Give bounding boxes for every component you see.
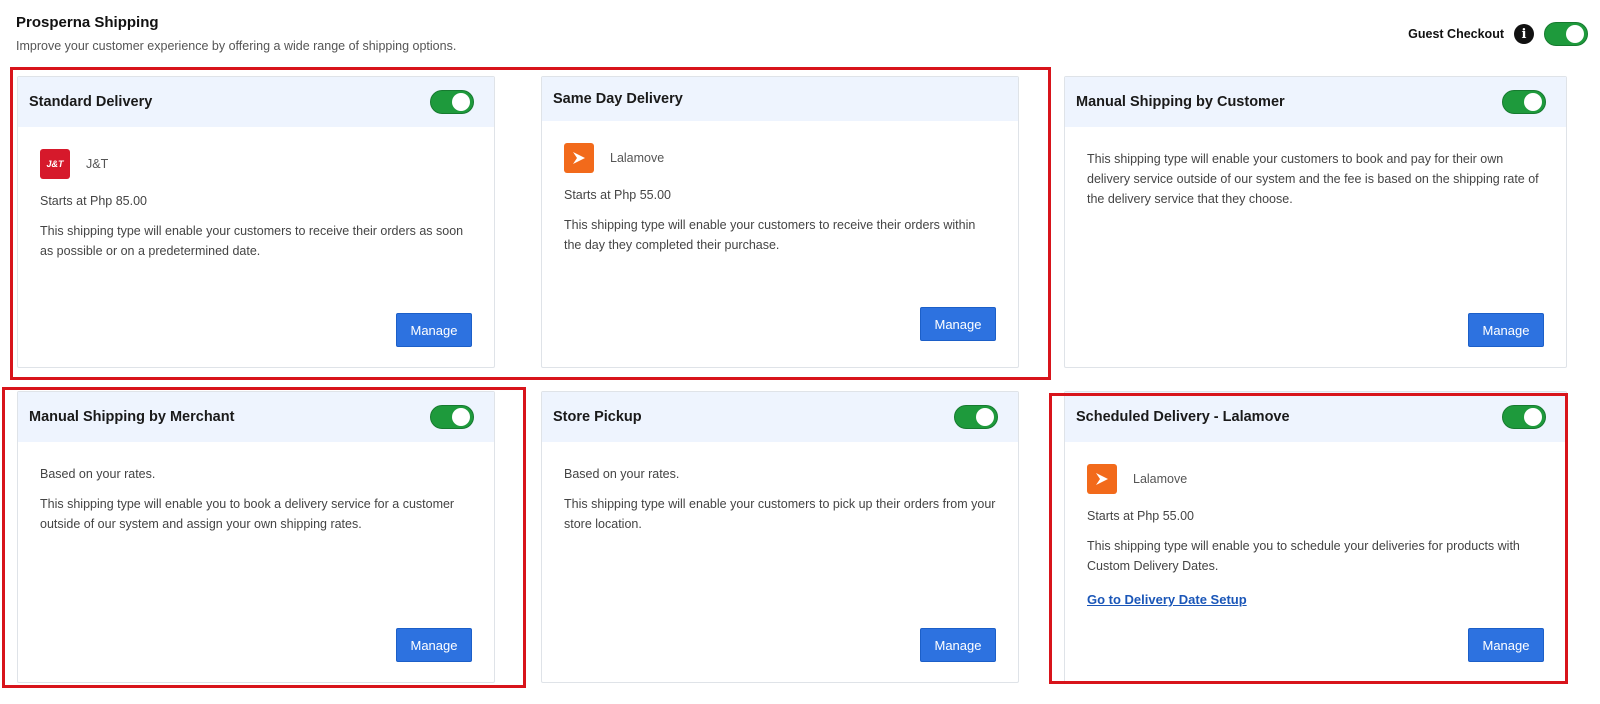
courier-row: Lalamove [564,143,996,173]
rates-text: Based on your rates. [40,467,156,481]
manage-button[interactable]: Manage [1468,628,1544,662]
card-header: Scheduled Delivery - Lalamove [1065,392,1566,442]
card-body: This shipping type will enable your cust… [1065,127,1566,209]
manage-button[interactable]: Manage [396,313,472,347]
page-header: Prosperna Shipping Improve your customer… [16,14,456,53]
standard-delivery-toggle[interactable] [430,90,474,114]
lalamove-logo-icon [564,143,594,173]
standard-delivery-card: Standard Delivery J&T J&T Starts at Php … [17,76,495,368]
guest-checkout-label: Guest Checkout [1408,27,1504,41]
description-text: This shipping type will enable your cust… [1087,152,1539,206]
same-day-delivery-card: Same Day Delivery Lalamove Starts at Php… [541,76,1019,368]
manage-button[interactable]: Manage [1468,313,1544,347]
card-title: Scheduled Delivery - Lalamove [1076,409,1290,425]
courier-row: Lalamove [1087,464,1544,494]
courier-name: J&T [86,157,109,171]
jt-logo-icon: J&T [40,149,70,179]
scheduled-delivery-card: Scheduled Delivery - Lalamove Lalamove S… [1064,391,1567,683]
manage-button[interactable]: Manage [920,628,996,662]
card-header: Manual Shipping by Customer [1065,77,1566,127]
description-text: This shipping type will enable your cust… [40,224,464,258]
store-pickup-card: Store Pickup Based on your rates. This s… [541,391,1019,683]
page-subtitle: Improve your customer experience by offe… [16,39,457,53]
manage-button[interactable]: Manage [396,628,472,662]
card-title: Store Pickup [553,409,642,425]
card-body: Lalamove Starts at Php 55.00 This shippi… [1065,442,1566,610]
price-text: Starts at Php 55.00 [564,188,672,202]
delivery-date-setup-link[interactable]: Go to Delivery Date Setup [1087,590,1247,610]
description-text: This shipping type will enable you to sc… [1087,539,1520,573]
guest-checkout: Guest Checkout i [1408,22,1588,46]
card-header: Store Pickup [542,392,1018,442]
courier-name: Lalamove [1133,472,1188,486]
store-pickup-toggle[interactable] [954,405,998,429]
description-text: This shipping type will enable your cust… [564,497,996,531]
courier-name: Lalamove [610,151,665,165]
manage-button[interactable]: Manage [920,307,996,341]
manual-shipping-customer-card: Manual Shipping by Customer This shippin… [1064,76,1567,368]
manual-shipping-merchant-card: Manual Shipping by Merchant Based on you… [17,391,495,683]
scheduled-delivery-toggle[interactable] [1502,405,1546,429]
card-header: Same Day Delivery [542,77,1018,121]
price-text: Starts at Php 55.00 [1087,509,1195,523]
page-title: Prosperna Shipping [16,14,159,31]
card-title: Standard Delivery [29,94,153,110]
card-body: Based on your rates. This shipping type … [542,442,1018,534]
guest-checkout-toggle[interactable] [1544,22,1588,46]
description-text: This shipping type will enable you to bo… [40,497,455,531]
card-body: Lalamove Starts at Php 55.00 This shippi… [542,121,1018,255]
card-header: Manual Shipping by Merchant [18,392,494,442]
card-body: J&T J&T Starts at Php 85.00 This shippin… [18,127,494,261]
card-header: Standard Delivery [18,77,494,127]
manual-shipping-customer-toggle[interactable] [1502,90,1546,114]
info-icon[interactable]: i [1514,24,1534,44]
card-title: Same Day Delivery [553,91,683,107]
description-text: This shipping type will enable your cust… [564,218,976,252]
manual-shipping-merchant-toggle[interactable] [430,405,474,429]
card-body: Based on your rates. This shipping type … [18,442,494,534]
card-title: Manual Shipping by Merchant [29,409,235,425]
price-text: Starts at Php 85.00 [40,194,148,208]
card-title: Manual Shipping by Customer [1076,94,1285,110]
courier-row: J&T J&T [40,149,472,179]
rates-text: Based on your rates. [564,467,680,481]
lalamove-logo-icon [1087,464,1117,494]
